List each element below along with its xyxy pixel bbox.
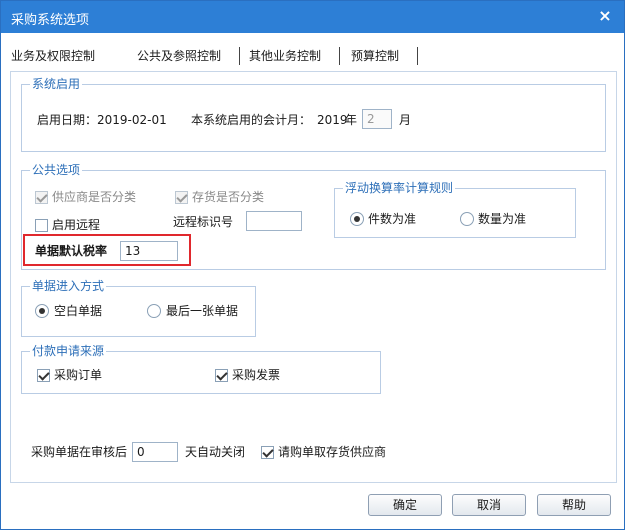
- month-unit: 月: [399, 113, 412, 127]
- tab-business-permission[interactable]: 业务及权限控制: [9, 41, 97, 71]
- by-piece-radio[interactable]: [350, 212, 364, 226]
- cancel-button[interactable]: 取消: [452, 494, 526, 516]
- remote-id-label: 远程标识号: [173, 215, 234, 229]
- supplier-classified-checkbox[interactable]: [35, 191, 48, 204]
- inventory-classified-checkbox[interactable]: [175, 191, 188, 204]
- requisition-supplier-label: 请购单取存货供应商: [278, 445, 387, 459]
- by-quantity-label: 数量为准: [478, 212, 527, 226]
- tab-common-reference[interactable]: 公共及参照控制: [135, 41, 223, 71]
- enable-remote-checkbox[interactable]: [35, 219, 48, 232]
- supplier-classified-label: 供应商是否分类: [52, 190, 137, 204]
- tab-other-business[interactable]: 其他业务控制: [247, 41, 323, 71]
- blank-document-radio[interactable]: [35, 304, 49, 318]
- title-bar: 采购系统选项 ×: [1, 1, 624, 33]
- purchase-order-checkbox[interactable]: [37, 369, 50, 382]
- tab-separator: [339, 47, 340, 65]
- remote-id-field[interactable]: [246, 211, 302, 231]
- inventory-classified-label: 存货是否分类: [192, 190, 265, 204]
- auto-close-prefix: 采购单据在审核后: [31, 445, 128, 459]
- system-start-legend: 系统启用: [30, 76, 83, 92]
- close-icon[interactable]: ×: [596, 7, 614, 25]
- tab-separator: [417, 47, 418, 65]
- year-unit: 年: [345, 113, 358, 127]
- last-document-radio[interactable]: [147, 304, 161, 318]
- enable-remote-label: 启用远程: [52, 218, 101, 232]
- help-button[interactable]: 帮助: [537, 494, 611, 516]
- blank-document-label: 空白单据: [54, 304, 103, 318]
- common-options-legend: 公共选项: [30, 162, 83, 178]
- highlight-box: [23, 234, 191, 266]
- by-piece-label: 件数为准: [368, 212, 417, 226]
- start-date-label: 启用日期：: [37, 113, 98, 127]
- ok-button[interactable]: 确定: [368, 494, 442, 516]
- options-dialog: 采购系统选项 × 业务及权限控制 公共及参照控制 其他业务控制 预算控制 系统启…: [0, 0, 625, 530]
- year-value: 2019: [317, 113, 348, 127]
- document-entry-legend: 单据进入方式: [30, 278, 107, 294]
- tab-strip: 业务及权限控制 公共及参照控制 其他业务控制 预算控制: [7, 41, 619, 71]
- by-quantity-radio[interactable]: [460, 212, 474, 226]
- requisition-supplier-checkbox[interactable]: [261, 446, 274, 459]
- purchase-invoice-label: 采购发票: [232, 368, 281, 382]
- last-document-label: 最后一张单据: [166, 304, 239, 318]
- tab-budget[interactable]: 预算控制: [349, 41, 401, 71]
- start-date-value: 2019-02-01: [97, 113, 167, 127]
- month-field[interactable]: 2: [362, 109, 392, 129]
- auto-close-suffix: 天自动关闭: [185, 445, 246, 459]
- accounting-month-label: 本系统启用的会计月：: [191, 113, 312, 127]
- purchase-invoice-checkbox[interactable]: [215, 369, 228, 382]
- float-rate-legend: 浮动换算率计算规则: [343, 180, 456, 196]
- purchase-order-label: 采购订单: [54, 368, 103, 382]
- tab-separator: [239, 47, 240, 65]
- auto-close-days-field[interactable]: 0: [132, 442, 178, 462]
- window-title: 采购系统选项: [11, 13, 90, 28]
- payment-source-legend: 付款申请来源: [30, 343, 107, 359]
